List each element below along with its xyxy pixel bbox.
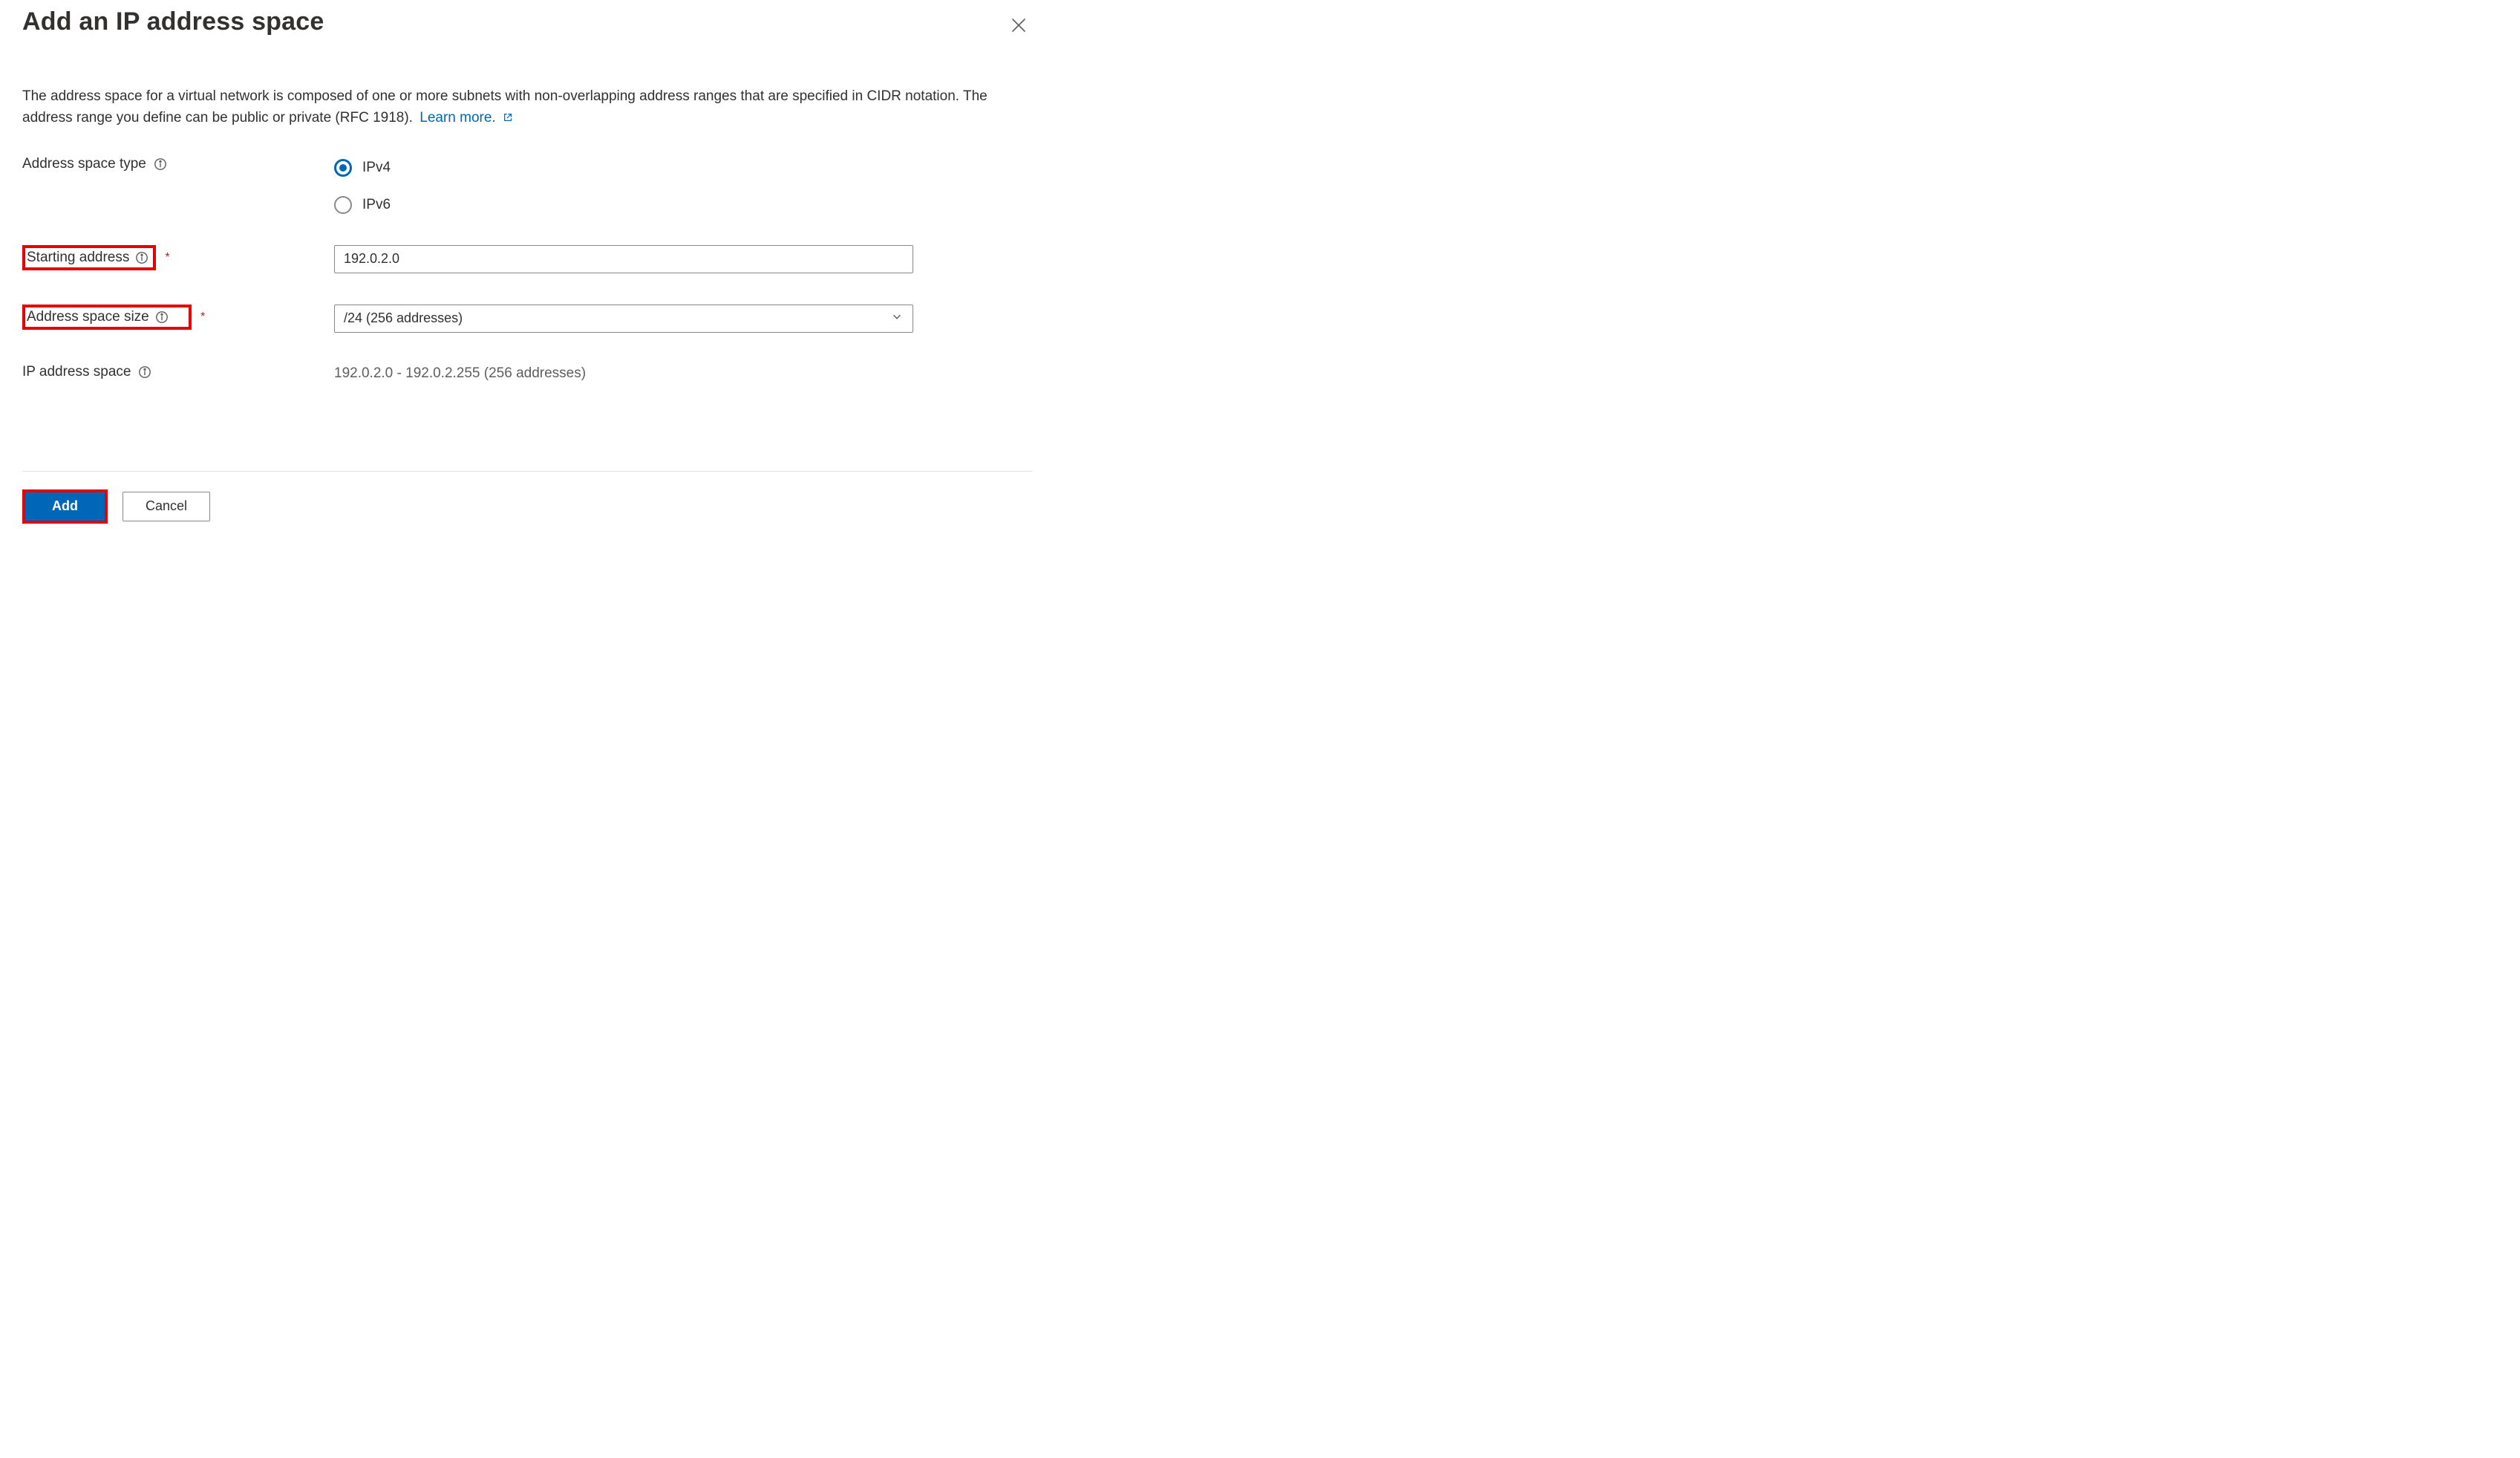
cancel-button[interactable]: Cancel (123, 492, 210, 521)
radio-outer-icon (334, 196, 352, 214)
radio-ipv4[interactable]: IPv4 (334, 159, 1032, 177)
info-icon[interactable] (135, 251, 148, 264)
label-text: Address space type (22, 156, 146, 172)
row-address-space-size: Address space size * /24 (256 addresses) (22, 305, 1032, 333)
panel-title: Add an IP address space (22, 7, 324, 36)
label-address-space-type: Address space type (22, 156, 334, 172)
radio-ipv6[interactable]: IPv6 (334, 196, 1032, 214)
label-text: Address space size (27, 309, 149, 325)
row-starting-address: Starting address * (22, 245, 1032, 273)
dropdown-value: /24 (256 addresses) (344, 310, 463, 326)
close-button[interactable] (1005, 12, 1032, 41)
chevron-down-icon (890, 310, 904, 327)
highlight-box: Address space size (22, 305, 192, 330)
ip-space-form: Address space type IPv4 IPv6 (22, 156, 1032, 382)
highlight-box: Starting address (22, 245, 156, 270)
label-text: IP address space (22, 364, 131, 380)
panel-description: The address space for a virtual network … (22, 85, 1032, 129)
label-ip-address-space: IP address space (22, 364, 334, 380)
radio-label: IPv6 (362, 197, 391, 213)
add-button[interactable]: Add (25, 492, 105, 521)
label-address-space-size: Address space size * (22, 305, 334, 330)
panel-footer: Add Cancel (22, 489, 1032, 524)
learn-more-link[interactable]: Learn more. (420, 110, 513, 126)
row-address-space-type: Address space type IPv4 IPv6 (22, 156, 1032, 214)
address-space-size-dropdown[interactable]: /24 (256 addresses) (334, 305, 913, 333)
footer-divider (22, 471, 1032, 472)
add-ip-address-space-panel: Add an IP address space The address spac… (0, 0, 1054, 546)
info-icon[interactable] (138, 365, 151, 379)
highlight-box: Add (22, 489, 108, 524)
ip-address-space-value: 192.0.2.0 - 192.0.2.255 (256 addresses) (334, 364, 1032, 382)
required-indicator: * (200, 310, 205, 324)
label-starting-address: Starting address * (22, 245, 334, 270)
info-icon[interactable] (154, 157, 167, 171)
row-ip-address-space: IP address space 192.0.2.0 - 192.0.2.255… (22, 364, 1032, 382)
external-link-icon (500, 110, 513, 126)
panel-header: Add an IP address space (22, 7, 1032, 41)
learn-more-label: Learn more. (420, 110, 495, 126)
radio-label: IPv4 (362, 160, 391, 176)
radio-outer-icon (334, 159, 352, 177)
label-text: Starting address (27, 250, 129, 266)
info-icon[interactable] (155, 310, 169, 324)
address-space-type-radiogroup: IPv4 IPv6 (334, 156, 1032, 214)
starting-address-input[interactable] (334, 245, 913, 273)
close-icon (1010, 25, 1028, 36)
required-indicator: * (165, 251, 169, 264)
